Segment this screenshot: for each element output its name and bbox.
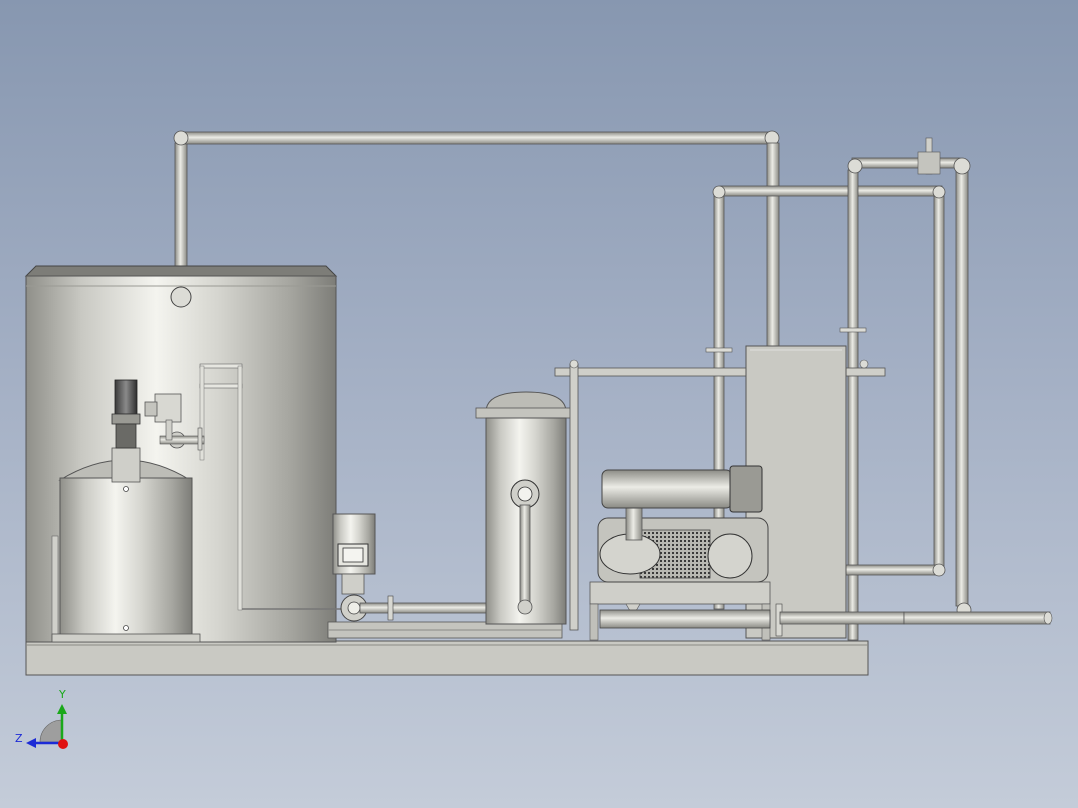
base-skid — [25, 640, 869, 676]
cad-viewport[interactable]: Y Z — [0, 0, 1078, 808]
mixer-motor — [111, 379, 141, 449]
y-axis-label: Y — [59, 688, 66, 701]
model-canvas — [24, 130, 1053, 749]
axis-triad — [26, 704, 68, 749]
dosing-tank — [51, 447, 201, 643]
z-axis-label: Z — [15, 732, 23, 745]
pressure-vessel — [475, 391, 577, 625]
